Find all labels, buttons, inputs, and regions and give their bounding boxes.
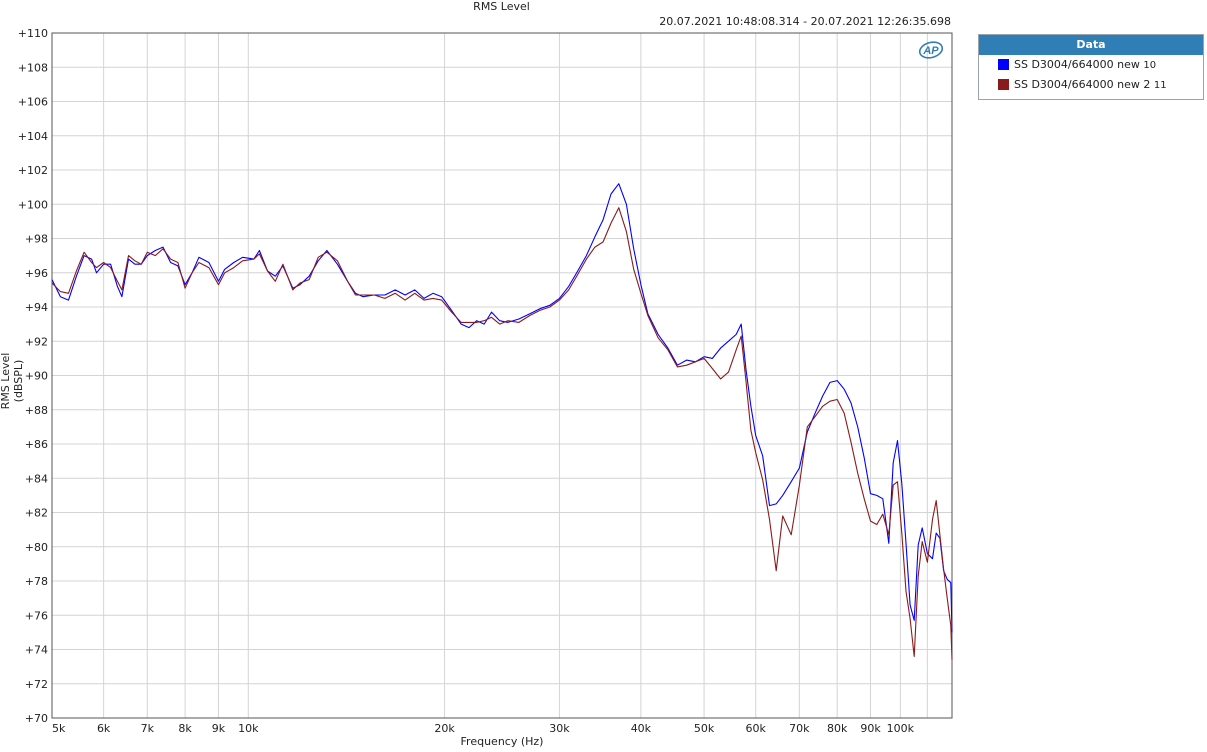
rms-level-chart[interactable]: +110 +108 +106 +104 +102 +100 +98 +96 +94 +92 +90 +… xyxy=(0,0,1207,752)
x-tick-label: 20k xyxy=(434,722,455,735)
y-tick-label: +78 xyxy=(25,575,48,588)
x-tick-label: 70k xyxy=(789,722,810,735)
y-tick-label: +86 xyxy=(25,438,48,451)
y-tick-label: +76 xyxy=(25,609,48,622)
y-tick-label: +80 xyxy=(25,541,48,554)
legend-number: 11 xyxy=(1153,80,1167,91)
y-tick-label: +90 xyxy=(25,370,48,383)
y-tick-label: +82 xyxy=(25,507,48,520)
legend-swatch xyxy=(998,79,1009,90)
y-tick-label: +106 xyxy=(18,96,48,109)
legend-panel: Data SS D3004/664000 new 10 SS D3004/664… xyxy=(978,34,1204,100)
y-tick-label: +102 xyxy=(18,164,48,177)
x-tick-label: 80k xyxy=(827,722,848,735)
x-tick-label: 60k xyxy=(746,722,767,735)
y-tick-label: +88 xyxy=(25,404,48,417)
x-tick-label: 90k xyxy=(860,722,881,735)
y-tick-label: +70 xyxy=(25,712,48,725)
y-tick-label: +100 xyxy=(18,198,48,211)
x-tick-label: 9k xyxy=(212,722,226,735)
y-tick-label: +108 xyxy=(18,61,48,74)
y-tick-label: +72 xyxy=(25,678,48,691)
x-tick-label: 40k xyxy=(631,722,652,735)
y-tick-label: +96 xyxy=(25,267,48,280)
svg-text:AP: AP xyxy=(922,45,939,57)
legend-item[interactable]: SS D3004/664000 new 10 xyxy=(979,55,1203,75)
x-tick-label: 30k xyxy=(549,722,570,735)
y-tick-label: +92 xyxy=(25,335,48,348)
legend-label: SS D3004/664000 new 2 xyxy=(1014,78,1151,91)
y-tick-label: +84 xyxy=(25,472,48,485)
x-tick-label: 7k xyxy=(141,722,155,735)
x-tick-label: 5k xyxy=(52,722,66,735)
x-tick-label: 10k xyxy=(238,722,259,735)
x-tick-label: 6k xyxy=(97,722,111,735)
x-tick-label: 8k xyxy=(178,722,192,735)
y-tick-label: +74 xyxy=(25,644,48,657)
y-tick-label: +98 xyxy=(25,233,48,246)
y-tick-label: +110 xyxy=(18,27,48,40)
legend-item[interactable]: SS D3004/664000 new 2 11 xyxy=(979,75,1203,95)
x-tick-label: 50k xyxy=(694,722,715,735)
y-tick-label: +94 xyxy=(25,301,48,314)
legend-title: Data xyxy=(979,35,1203,55)
legend-number: 10 xyxy=(1143,60,1157,71)
y-tick-label: +104 xyxy=(18,130,48,143)
x-tick-label: 100k xyxy=(887,722,915,735)
legend-swatch xyxy=(998,59,1009,70)
legend-label: SS D3004/664000 new xyxy=(1014,58,1140,71)
ap-logo-icon: AP xyxy=(918,41,944,59)
